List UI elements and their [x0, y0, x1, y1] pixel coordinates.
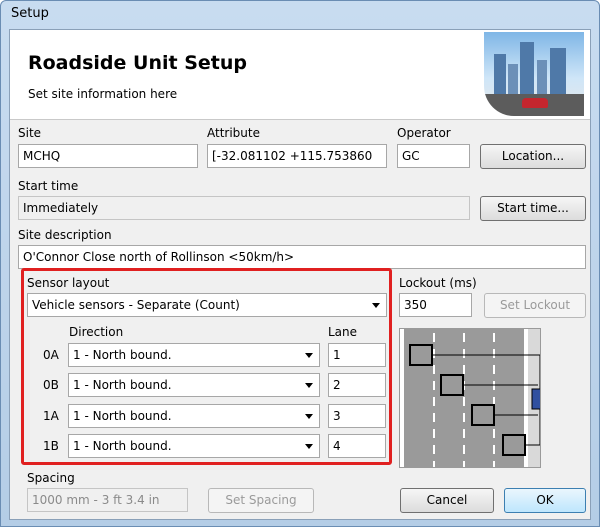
ok-button[interactable]: OK	[504, 488, 586, 513]
site-description-label: Site description	[18, 228, 112, 242]
window-title: Setup	[11, 6, 49, 21]
start-time-label: Start time	[18, 179, 79, 193]
spacing-field: 1000 mm - 3 ft 3.4 in	[27, 488, 188, 512]
road-sensor-diagram	[400, 329, 540, 467]
spacing-label: Spacing	[27, 471, 75, 485]
header-panel: Roadside Unit Setup Set site information…	[10, 30, 590, 120]
attribute-field[interactable]: [-32.081102 +115.753860	[207, 144, 387, 168]
operator-field[interactable]: GC	[397, 144, 470, 168]
lockout-field[interactable]: 350	[399, 293, 472, 317]
page-title: Roadside Unit Setup	[28, 52, 247, 74]
cancel-button[interactable]: Cancel	[400, 488, 494, 513]
dialog-client: Roadside Unit Setup Set site information…	[9, 29, 591, 520]
sensor-highlight-box	[21, 268, 392, 465]
site-label: Site	[18, 126, 42, 140]
lockout-label: Lockout (ms)	[399, 276, 477, 290]
location-button[interactable]: Location...	[480, 144, 586, 169]
operator-label: Operator	[397, 126, 451, 140]
city-banner-image	[484, 32, 584, 116]
set-lockout-button[interactable]: Set Lockout	[484, 293, 586, 318]
setup-window: Setup Roadside Unit Setup Set site infor…	[0, 0, 600, 527]
site-description-field[interactable]: O'Connor Close north of Rollinson <50km/…	[18, 245, 586, 269]
site-field[interactable]: MCHQ	[18, 144, 198, 168]
attribute-label: Attribute	[207, 126, 260, 140]
start-time-field: Immediately	[18, 196, 470, 220]
page-subtitle: Set site information here	[28, 87, 178, 101]
sensor-layout-diagram	[399, 328, 541, 468]
set-spacing-button[interactable]: Set Spacing	[208, 488, 314, 513]
start-time-button[interactable]: Start time...	[480, 196, 586, 221]
